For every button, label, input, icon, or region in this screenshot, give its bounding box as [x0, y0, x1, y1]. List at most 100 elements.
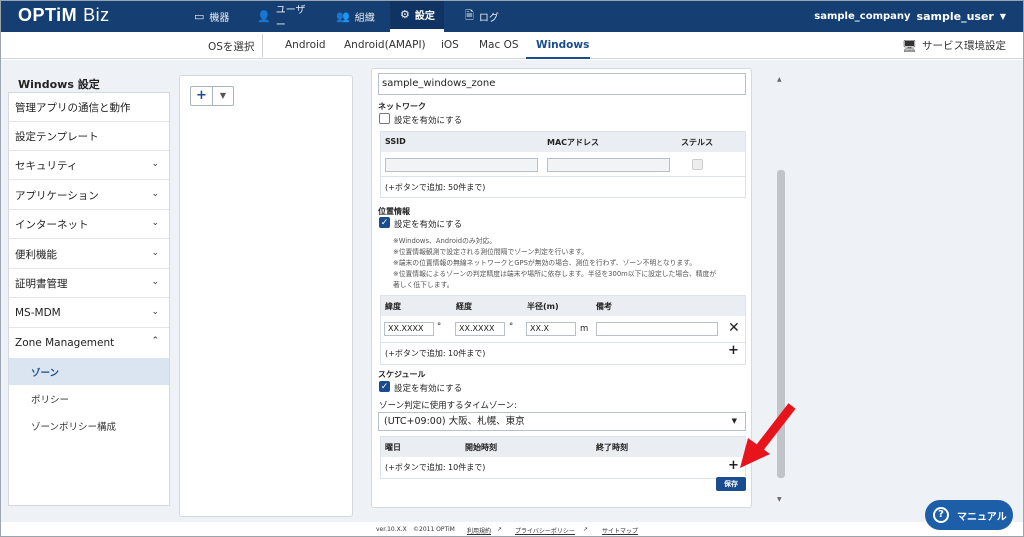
os-tabs-bar: OSを選択 Android Android(AMAPI) iOS Mac OS … — [0, 32, 1024, 59]
column-latitude: 緯度 — [385, 302, 401, 311]
sidebar-subitem-zone[interactable]: ゾーン — [9, 358, 169, 385]
gear-icon: ⚙ — [400, 8, 410, 21]
sidebar-item-security[interactable]: セキュリティ ⌄ — [9, 151, 169, 180]
remarks-input[interactable] — [596, 322, 718, 336]
save-button[interactable]: 保存 — [716, 477, 746, 491]
external-link-icon: ↗ — [583, 526, 589, 533]
column-end-time: 終了時刻 — [596, 443, 628, 452]
network-table-header: SSID MACアドレス ステルス — [381, 132, 745, 152]
unit-meters: m — [580, 324, 589, 334]
sidebar-item-internet[interactable]: インターネット ⌄ — [9, 210, 169, 239]
schedule-table-header: 曜日 開始時刻 終了時刻 — [381, 437, 745, 457]
sidebar-item-applications[interactable]: アプリケーション ⌄ — [9, 181, 169, 210]
chevron-down-icon: ⌄ — [151, 248, 159, 258]
network-section-title: ネットワーク — [378, 102, 426, 111]
privacy-link[interactable]: プライバシーポリシー — [515, 526, 575, 535]
help-icon: ? — [933, 507, 949, 523]
location-enable-label: 設定を有効にする — [394, 220, 463, 230]
add-location-row-icon[interactable]: + — [728, 343, 739, 358]
schedule-section-title: スケジュール — [378, 370, 426, 379]
column-remarks: 備考 — [596, 302, 612, 311]
nav-devices[interactable]: ▭ 機器 — [190, 0, 240, 32]
location-table: 緯度 経度 半径(m) 備考 XX.XXXX ° XX.XXXX ° XX.X … — [380, 295, 746, 365]
organization-icon: 👥 — [336, 9, 350, 23]
add-dropdown-button[interactable]: ▼ — [213, 87, 233, 105]
user-icon: 👤 — [257, 9, 271, 23]
network-enable-label: 設定を有効にする — [394, 116, 463, 126]
column-longitude: 経度 — [456, 302, 472, 311]
tab-android[interactable]: Android — [285, 39, 326, 51]
add-button-group: + ▼ — [190, 86, 234, 106]
tab-windows[interactable]: Windows — [536, 39, 589, 51]
monitor-icon: 🖥 — [901, 38, 917, 53]
location-note-1: ※Windows、Androidのみ対応。 — [393, 237, 497, 245]
nav-log[interactable]: 🗎 ログ — [465, 0, 505, 32]
timezone-select[interactable]: (UTC+09:00) 大阪、札幌、東京 ▼ — [378, 412, 746, 431]
copyright: ©2011 OPTiM — [413, 526, 455, 533]
network-enable-checkbox[interactable] — [379, 113, 390, 124]
location-add-note: (+ボタンで追加: 10件まで) — [385, 349, 486, 358]
external-link-icon: ↗ — [497, 526, 503, 533]
location-note-5: 著しく低下します。 — [393, 281, 454, 289]
sidebar-subitem-zone-policy-config[interactable]: ゾーンポリシー構成 — [9, 412, 169, 439]
sidebar-item-zone-management[interactable]: Zone Management ⌃ — [9, 328, 169, 357]
radius-input[interactable]: XX.X — [526, 322, 576, 336]
schedule-enable-checkbox[interactable]: ✓ — [379, 381, 390, 392]
footer: ver.10.X.X ©2011 OPTiM 利用規約 ↗ プライバシーポリシー… — [0, 522, 1024, 537]
tab-android-amapi[interactable]: Android(AMAPI) — [344, 39, 426, 51]
longitude-input[interactable]: XX.XXXX — [455, 322, 505, 336]
sidebar-title: Windows 設定 — [18, 78, 100, 91]
service-settings-link[interactable]: 🖥 サービス環境設定 — [902, 38, 1006, 53]
latitude-input[interactable]: XX.XXXX — [384, 322, 434, 336]
nav-settings[interactable]: ⚙ 設定 — [390, 0, 444, 32]
terms-link[interactable]: 利用規約 — [467, 526, 491, 535]
zone-list-panel: + ▼ — [179, 75, 353, 517]
sidebar-item-utilities[interactable]: 便利機能 ⌄ — [9, 240, 169, 269]
sidebar: 管理アプリの通信と動作 設定テンプレート セキュリティ ⌄ アプリケーション ⌄ イ… — [8, 92, 170, 506]
divider — [381, 176, 745, 177]
tab-macos[interactable]: Mac OS — [479, 39, 519, 51]
account-menu[interactable]: sample_company sample_user ▼ — [814, 10, 1006, 23]
column-ssid: SSID — [385, 137, 406, 146]
manual-button[interactable]: ? マニュアル — [925, 500, 1013, 530]
ssid-input[interactable] — [385, 158, 538, 172]
add-schedule-row-icon[interactable]: + — [728, 458, 739, 473]
sidebar-subitem-policy[interactable]: ポリシー — [9, 385, 169, 412]
schedule-add-note: (+ボタンで追加: 10件まで) — [385, 463, 486, 472]
network-add-note: (+ボタンで追加: 50件まで) — [385, 183, 486, 192]
devices-icon: ▭ — [194, 9, 205, 23]
annotation-arrow-icon — [740, 403, 796, 468]
location-note-2: ※位置情報観測で設定される測位間隔でゾーン判定を行います。 — [393, 248, 588, 256]
column-start-time: 開始時刻 — [465, 443, 497, 452]
chevron-down-icon: ⌄ — [151, 189, 159, 199]
column-radius: 半径(m) — [527, 302, 559, 311]
scroll-up-icon[interactable]: ▲ — [777, 76, 782, 83]
location-enable-checkbox[interactable]: ✓ — [379, 217, 390, 228]
location-note-4: ※位置情報によるゾーンの判定精度は端末や場所に依存します。半径を300m以下に設… — [393, 270, 717, 278]
check-icon: ✓ — [380, 382, 389, 392]
sitemap-link[interactable]: サイトマップ — [602, 526, 638, 535]
column-stealth: ステルス — [681, 138, 713, 147]
chevron-up-icon: ⌃ — [151, 336, 159, 346]
add-button[interactable]: + — [191, 87, 213, 105]
divider — [262, 34, 263, 57]
nav-organization[interactable]: 👥 組織 — [334, 0, 384, 32]
network-table: SSID MACアドレス ステルス (+ボタンで追加: 50件まで) — [380, 131, 746, 198]
sidebar-item-app-communication[interactable]: 管理アプリの通信と動作 — [9, 93, 169, 122]
delete-row-icon[interactable]: ✕ — [728, 320, 740, 336]
location-note-3: ※端末の位置情報の無線ネットワークとGPSが無効の場合、測位を行わず、ゾーン不明… — [393, 259, 697, 267]
top-bar: OPTiM Biz ▭ 機器 👤 ユーザー 👥 組織 ⚙ 設定 🗎 ログ sample_co… — [0, 0, 1024, 32]
os-select-label: OSを選択 — [208, 41, 255, 53]
sidebar-item-templates[interactable]: 設定テンプレート — [9, 122, 169, 151]
tab-ios[interactable]: iOS — [441, 39, 459, 51]
stealth-checkbox[interactable] — [692, 159, 703, 170]
sidebar-item-certificates[interactable]: 証明書管理 ⌄ — [9, 269, 169, 298]
location-table-header: 緯度 経度 半径(m) 備考 — [381, 296, 745, 316]
mac-input[interactable] — [547, 158, 670, 172]
scroll-down-icon[interactable]: ▼ — [777, 496, 782, 503]
schedule-enable-label: 設定を有効にする — [394, 384, 463, 394]
app-logo[interactable]: OPTiM Biz — [18, 5, 110, 26]
sidebar-item-ms-mdm[interactable]: MS-MDM ⌄ — [9, 299, 169, 328]
nav-users[interactable]: 👤 ユーザー — [255, 0, 315, 32]
zone-name-input[interactable]: sample_windows_zone — [378, 73, 746, 95]
